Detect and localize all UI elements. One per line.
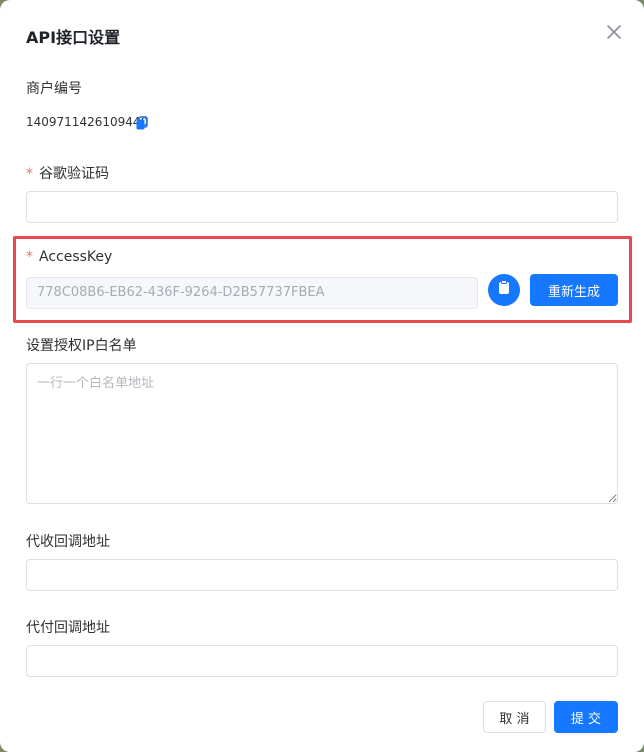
copy-icon — [497, 280, 511, 300]
access-key-label: * AccessKey — [26, 249, 112, 265]
close-icon[interactable] — [604, 22, 624, 42]
copy-access-key-button[interactable] — [488, 274, 520, 306]
google-code-input[interactable] — [26, 191, 618, 223]
regenerate-button[interactable]: 重新生成 — [530, 274, 618, 306]
merchant-id-label: 商户编号 — [26, 81, 82, 97]
pay-callback-label: 代付回调地址 — [26, 620, 110, 636]
submit-button[interactable]: 提 交 — [554, 701, 618, 733]
collect-callback-input[interactable] — [26, 559, 618, 591]
merchant-id-value: 1409711426109440 — [26, 115, 149, 129]
copy-icon[interactable] — [135, 115, 149, 130]
pay-callback-input[interactable] — [26, 645, 618, 677]
required-mark: * — [26, 249, 33, 265]
access-key-label-text: AccessKey — [39, 249, 113, 265]
collect-callback-label: 代收回调地址 — [26, 534, 110, 550]
google-code-label-text: 谷歌验证码 — [39, 166, 109, 182]
cancel-button[interactable]: 取 消 — [483, 701, 546, 733]
dialog-title: API接口设置 — [26, 28, 121, 47]
api-settings-dialog: API接口设置 商户编号 1409711426109440 * 谷歌验证码 * Ac… — [0, 0, 644, 752]
google-code-label: * 谷歌验证码 — [26, 163, 109, 183]
required-mark: * — [26, 166, 33, 182]
access-key-field[interactable]: 778C08B6-EB62-436F-9264-D2B57737FBEA — [26, 277, 478, 309]
ip-whitelist-textarea[interactable] — [26, 363, 618, 504]
ip-whitelist-label: 设置授权IP白名单 — [26, 338, 137, 354]
